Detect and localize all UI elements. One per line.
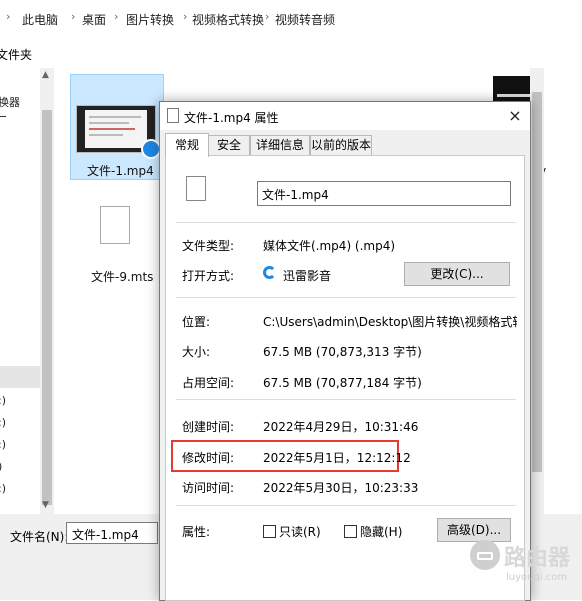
readonly-label[interactable]: 只读(R) — [279, 523, 321, 540]
created-label: 创建时间: — [182, 420, 235, 434]
chevron-right-icon: › — [6, 10, 11, 23]
created-value: 2022年4月29日，10:31:46 — [263, 420, 419, 434]
nav-item[interactable]: ) — [0, 460, 2, 473]
scroll-up-icon[interactable]: ▲ — [42, 70, 49, 80]
hidden-checkbox[interactable] — [344, 525, 357, 538]
size-label: 大小: — [182, 345, 211, 359]
tab-previous-versions[interactable]: 以前的版本 — [310, 135, 372, 155]
thumbnail-line — [89, 122, 129, 124]
tab-general[interactable]: 常规 — [165, 133, 209, 157]
filename-input[interactable]: 文件-1.mp4 — [66, 522, 158, 544]
breadcrumb-video-to-audio[interactable]: 视频转音频 — [275, 11, 335, 28]
divider — [176, 222, 516, 223]
change-button[interactable]: 更改(C)... — [404, 262, 510, 286]
size-on-disk-value: 67.5 MB (70,877,184 字节) — [263, 376, 422, 390]
accessed-label: 访问时间: — [182, 481, 235, 495]
location-label: 位置: — [182, 315, 211, 329]
breadcrumb-this-pc[interactable]: 此电脑 — [22, 11, 58, 28]
document-icon — [167, 108, 179, 123]
modified-value: 2022年5月1日，12:12:12 — [263, 451, 411, 465]
watermark-url: luyouqi.com — [506, 572, 568, 583]
close-button[interactable]: × — [502, 104, 528, 128]
breadcrumb-video-format[interactable]: 视频格式转换 — [192, 11, 264, 28]
divider — [176, 399, 516, 400]
properties-dialog: 文件-1.mp4 属性 × 常规 安全 详细信息 以前的版本 文件-1.mp4 … — [159, 101, 531, 601]
location-value: C:\Users\admin\Desktop\图片转换\视频格式转换\视 — [263, 315, 517, 329]
thumbnail-line — [89, 116, 141, 118]
chevron-right-icon: › — [114, 10, 119, 23]
nav-item[interactable]: :) — [0, 416, 6, 429]
thumbnail-caption — [497, 94, 533, 97]
modified-label: 修改时间: — [182, 451, 235, 465]
nav-item[interactable]: 换器 — [0, 94, 20, 110]
ribbon: 文件夹 — [0, 36, 582, 69]
nav-divider — [0, 116, 6, 117]
file-name: 文件-1.mp4 — [87, 164, 154, 178]
tab-security[interactable]: 安全 — [208, 135, 250, 155]
thumbnail-line — [89, 128, 135, 130]
router-logo-icon — [470, 540, 500, 570]
file-item[interactable] — [74, 180, 158, 264]
nav-item[interactable]: :) — [0, 438, 6, 451]
divider — [176, 505, 516, 506]
nav-item-selected[interactable] — [0, 366, 40, 388]
video-thumbnail-frame — [85, 110, 147, 148]
hidden-label[interactable]: 隐藏(H) — [360, 523, 402, 540]
chevron-right-icon: › — [71, 10, 76, 23]
address-bar[interactable]: › 此电脑 › 桌面 › 图片转换 › 视频格式转换 › 视频转音频 — [0, 0, 582, 37]
file-scrollbar-thumb[interactable] — [532, 92, 542, 472]
chevron-right-icon: › — [183, 10, 188, 23]
nav-item[interactable]: :) — [0, 394, 6, 407]
tab-details[interactable]: 详细信息 — [250, 135, 310, 155]
nav-item[interactable]: :) — [0, 482, 6, 495]
accessed-value: 2022年5月30日，10:23:33 — [263, 481, 419, 495]
open-with-value: 迅雷影音 — [283, 269, 332, 283]
scroll-down-icon[interactable]: ▼ — [42, 500, 49, 510]
thunder-player-icon — [141, 139, 161, 159]
router-logo-mark — [477, 552, 493, 560]
thumbnail-line — [89, 134, 123, 136]
divider — [176, 297, 516, 298]
nav-scrollbar-thumb[interactable] — [42, 110, 52, 505]
watermark: 路由器 luyouqi.com — [468, 534, 582, 600]
file-type-label: 文件类型: — [182, 239, 235, 253]
watermark-title: 路由器 — [504, 546, 571, 571]
size-on-disk-label: 占用空间: — [182, 376, 235, 390]
file-name: 文件-9.mts — [91, 270, 154, 284]
size-value: 67.5 MB (70,873,313 字节) — [263, 345, 422, 359]
file-type-value: 媒体文件(.mp4) (.mp4) — [263, 239, 396, 253]
readonly-checkbox[interactable] — [263, 525, 276, 538]
filename-field[interactable]: 文件-1.mp4 — [257, 181, 511, 206]
ribbon-folder-label[interactable]: 文件夹 — [0, 46, 32, 63]
navigation-pane: 换器 — [0, 68, 40, 514]
file-icon — [186, 176, 206, 201]
filename-label: 文件名(N): — [10, 530, 69, 544]
dialog-title: 文件-1.mp4 属性 — [184, 111, 279, 125]
open-with-label: 打开方式: — [182, 269, 235, 283]
breadcrumb-image-convert[interactable]: 图片转换 — [126, 11, 174, 28]
thunder-player-icon — [263, 266, 276, 279]
chevron-right-icon: › — [265, 10, 270, 23]
breadcrumb-desktop[interactable]: 桌面 — [82, 11, 106, 28]
attributes-label: 属性: — [182, 525, 211, 539]
dialog-titlebar[interactable]: 文件-1.mp4 属性 × — [160, 102, 530, 130]
document-icon — [100, 206, 130, 244]
file-item-selected[interactable]: 文件-1.mp4 — [70, 74, 164, 180]
